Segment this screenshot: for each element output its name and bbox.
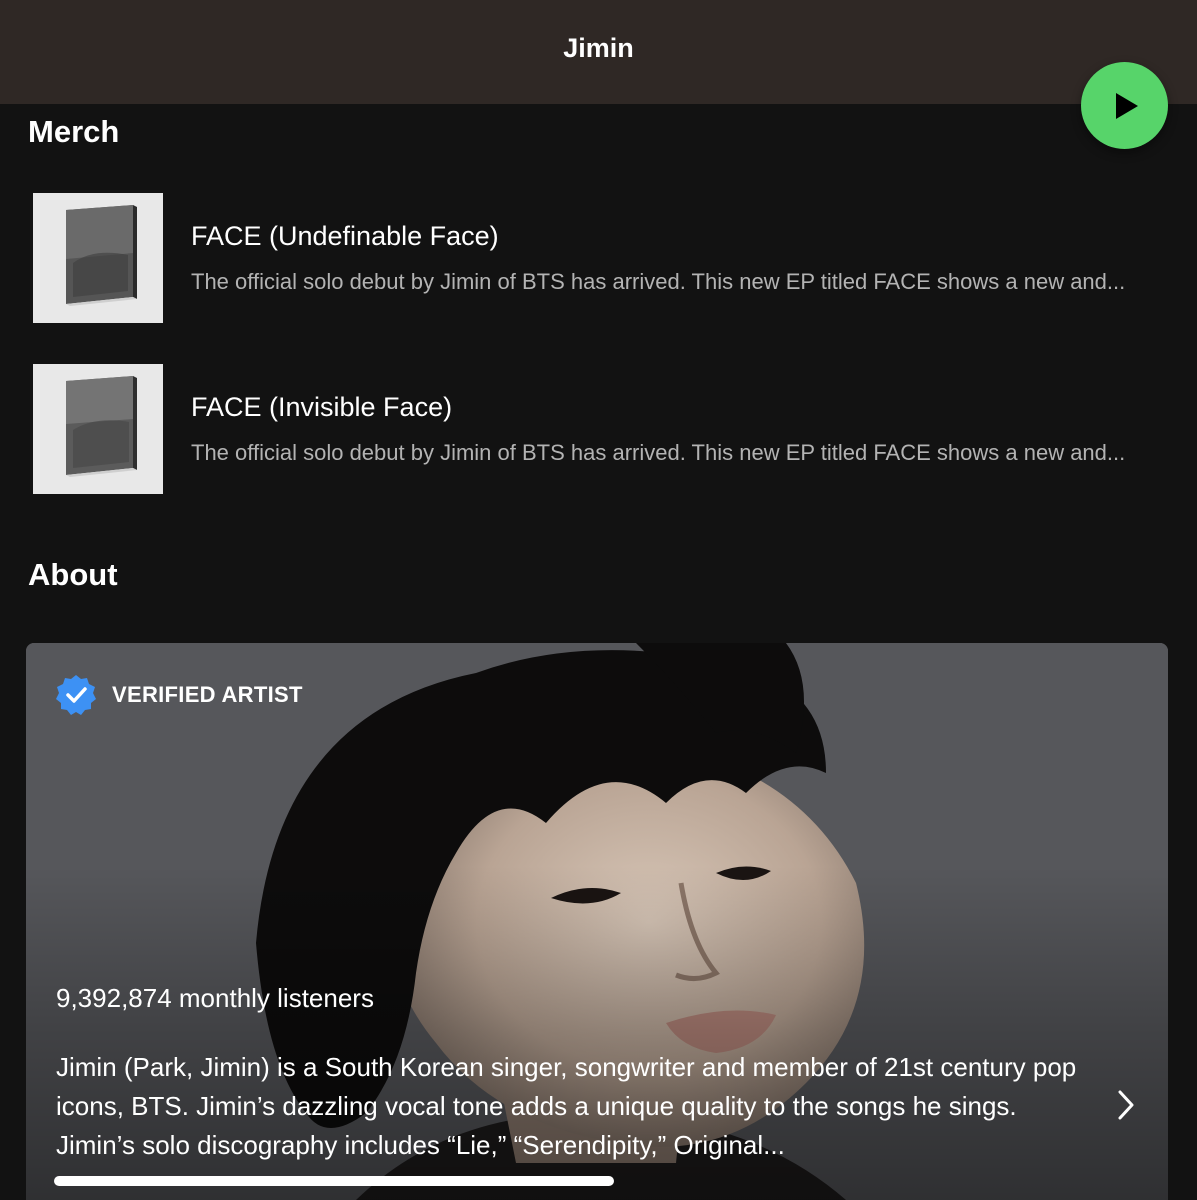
artist-title: Jimin: [563, 32, 634, 63]
merch-item[interactable]: FACE (Invisible Face) The official solo …: [33, 364, 1183, 495]
about-card[interactable]: VERIFIED ARTIST 9,392,874 monthly listen…: [26, 643, 1168, 1200]
top-bar: Jimin: [0, 0, 1197, 104]
scroll-indicator: [54, 1176, 614, 1186]
merch-heading: Merch: [28, 114, 120, 149]
chevron-right-icon[interactable]: [1114, 1089, 1138, 1121]
merch-description: The official solo debut by Jimin of BTS …: [191, 440, 1126, 465]
verified-label: VERIFIED ARTIST: [112, 682, 303, 707]
merch-thumbnail: [33, 364, 163, 494]
verified-artist-badge: VERIFIED ARTIST: [54, 673, 303, 717]
verified-badge-icon: [56, 675, 96, 715]
artist-bio: Jimin (Park, Jimin) is a South Korean si…: [56, 1052, 1077, 1160]
monthly-listeners: 9,392,874 monthly listeners: [56, 983, 374, 1013]
merch-thumbnail: [33, 193, 163, 323]
about-heading: About: [28, 557, 118, 592]
merch-item[interactable]: FACE (Undefinable Face) The official sol…: [33, 193, 1183, 324]
merch-title: FACE (Invisible Face): [191, 392, 453, 422]
merch-description: The official solo debut by Jimin of BTS …: [191, 269, 1126, 294]
merch-title: FACE (Undefinable Face): [191, 221, 499, 251]
play-button[interactable]: [1081, 62, 1168, 149]
play-icon: [1115, 92, 1138, 119]
